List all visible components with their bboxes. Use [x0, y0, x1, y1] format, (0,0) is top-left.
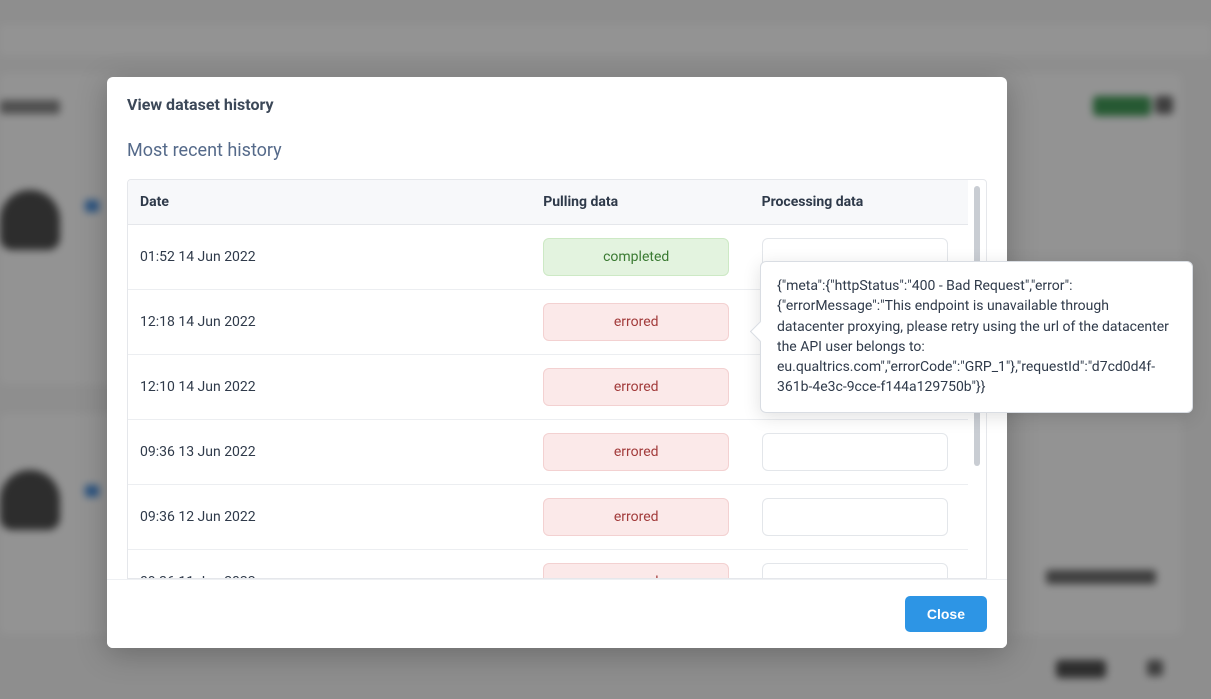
status-badge[interactable]: errored	[543, 563, 729, 579]
section-title: Most recent history	[127, 140, 987, 161]
col-header-processing: Processing data	[750, 180, 968, 225]
cell-processing	[750, 550, 968, 580]
status-label: errored	[614, 574, 659, 579]
cell-date: 12:18 14 Jun 2022	[128, 290, 531, 355]
status-badge[interactable]	[762, 498, 948, 536]
status-badge[interactable]: completed	[543, 238, 729, 276]
col-header-pulling: Pulling data	[531, 180, 749, 225]
error-tooltip: {"meta":{"httpStatus":"400 - Bad Request…	[760, 261, 1193, 413]
status-label: completed	[603, 249, 669, 265]
table-row: 09:36 13 Jun 2022 errored	[128, 420, 968, 485]
cell-pulling: errored	[531, 420, 749, 485]
cell-date: 12:10 14 Jun 2022	[128, 355, 531, 420]
status-label: errored	[614, 314, 659, 330]
status-label: errored	[614, 379, 659, 395]
cell-pulling: errored	[531, 485, 749, 550]
status-badge[interactable]	[762, 563, 948, 579]
cell-pulling: errored	[531, 550, 749, 580]
modal-title: View dataset history	[127, 95, 987, 114]
status-badge[interactable]: errored	[543, 433, 729, 471]
status-badge[interactable]	[762, 433, 948, 471]
cell-date: 01:52 14 Jun 2022	[128, 225, 531, 290]
status-badge[interactable]: errored	[543, 368, 729, 406]
tooltip-text: {"meta":{"httpStatus":"400 - Bad Request…	[777, 278, 1169, 395]
status-badge[interactable]: errored	[543, 498, 729, 536]
status-label: errored	[614, 444, 659, 460]
table-header-row: Date Pulling data Processing data	[128, 180, 968, 225]
cell-date: 09:36 13 Jun 2022	[128, 420, 531, 485]
modal-header: View dataset history	[107, 77, 1007, 132]
cell-pulling: completed	[531, 225, 749, 290]
modal-footer: Close	[107, 579, 1007, 648]
close-button[interactable]: Close	[905, 596, 987, 632]
cell-pulling: errored	[531, 290, 749, 355]
col-header-date: Date	[128, 180, 531, 225]
status-badge[interactable]: errored	[543, 303, 729, 341]
cell-processing	[750, 420, 968, 485]
cell-processing	[750, 485, 968, 550]
cell-pulling: errored	[531, 355, 749, 420]
table-row: 09:36 12 Jun 2022 errored	[128, 485, 968, 550]
status-label: errored	[614, 509, 659, 525]
cell-date: 09:36 11 Jun 2022	[128, 550, 531, 580]
table-row: 09:36 11 Jun 2022 errored	[128, 550, 968, 580]
cell-date: 09:36 12 Jun 2022	[128, 485, 531, 550]
